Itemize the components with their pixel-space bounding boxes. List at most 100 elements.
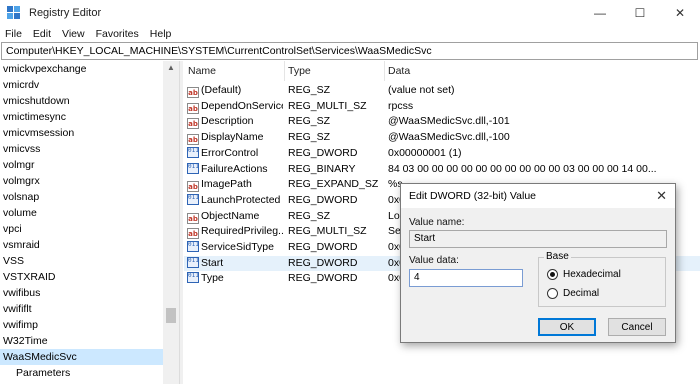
tree-key[interactable]: VSS <box>0 253 163 269</box>
string-value-icon: ab <box>187 102 199 114</box>
value-data-label: Value data: <box>409 255 459 266</box>
value-name-text: FailureActions <box>201 162 268 175</box>
value-data-cell: @WaaSMedicSvc.dll,-101 <box>388 115 510 128</box>
value-type-cell: REG_BINARY <box>288 162 356 175</box>
tree-key[interactable]: vmicvmsession <box>0 125 163 141</box>
base-groupbox: Base Hexadecimal Decimal <box>538 251 666 307</box>
string-value-icon: ab <box>187 181 199 193</box>
tree-key[interactable]: volume <box>0 205 163 221</box>
value-row[interactable]: ab (Default) REG_SZ (value not set) <box>184 83 700 99</box>
value-name-cell: ab Description <box>187 114 283 130</box>
menu-edit[interactable]: Edit <box>28 26 57 42</box>
tree-key[interactable]: vmickvpexchange <box>0 61 163 77</box>
value-row[interactable]: ab Description REG_SZ @WaaSMedicSvc.dll,-10… <box>184 114 700 130</box>
hexadecimal-radio[interactable] <box>547 269 558 280</box>
menu-view[interactable]: View <box>57 26 91 42</box>
scrollbar-thumb[interactable] <box>166 308 176 323</box>
value-name-cell: ab ImagePath <box>187 177 283 193</box>
value-name-field: Start <box>409 230 667 248</box>
close-button[interactable]: ✕ <box>660 0 700 26</box>
tree-subkey[interactable]: Parameters <box>0 365 163 381</box>
hexadecimal-option[interactable]: Hexadecimal <box>547 269 621 280</box>
value-data-cell: 0x00000001 (1) <box>388 146 462 159</box>
value-type-cell: REG_EXPAND_SZ <box>288 178 379 191</box>
value-row[interactable]: ab DependOnService REG_MULTI_SZ rpcss <box>184 99 700 115</box>
address-bar[interactable]: Computer\HKEY_LOCAL_MACHINE\SYSTEM\Curre… <box>1 42 698 60</box>
tree-key[interactable]: vmicrdv <box>0 77 163 93</box>
value-data-input[interactable]: 4 <box>409 269 523 287</box>
tree-key[interactable]: vmicvss <box>0 141 163 157</box>
value-name-text: ObjectName <box>201 209 260 222</box>
dialog-close-icon[interactable]: ✕ <box>656 184 667 208</box>
value-name-text: LaunchProtected <box>201 193 281 206</box>
value-name-text: Description <box>201 115 254 128</box>
menu-favorites[interactable]: Favorites <box>91 26 145 42</box>
tree-key[interactable]: volmgrx <box>0 173 163 189</box>
value-type-cell: REG_DWORD <box>288 241 358 253</box>
tree-key[interactable]: VSTXRAID <box>0 269 163 285</box>
decimal-option[interactable]: Decimal <box>547 288 599 299</box>
binary-value-icon: 011 110 <box>187 193 199 205</box>
window-title: Registry Editor <box>29 7 102 19</box>
scroll-up-arrow-icon[interactable]: ▲ <box>167 63 175 72</box>
tree-key[interactable]: vwifimp <box>0 317 163 333</box>
value-row[interactable]: 011 110ErrorControl REG_DWORD 0x00000001 (… <box>184 146 700 162</box>
value-name-cell: ab DisplayName <box>187 130 283 146</box>
menu-help[interactable]: Help <box>145 26 178 42</box>
value-row[interactable]: ab DisplayName REG_SZ @WaaSMedicSvc.dll,-10… <box>184 130 700 146</box>
decimal-label: Decimal <box>563 288 600 299</box>
registry-editor-icon <box>7 6 21 20</box>
key-tree: vmickvpexchange vmicrdv vmicshutdown vmicti… <box>0 61 163 384</box>
value-name-cell: 011 110ErrorControl <box>187 146 283 162</box>
value-name-text: Start <box>201 256 224 269</box>
tree-key[interactable]: vsmraid <box>0 237 163 253</box>
base-label: Base <box>544 251 571 262</box>
edit-dword-dialog: Edit DWORD (32-bit) Value ✕ Value name: … <box>400 183 676 343</box>
value-name-text: DependOnService <box>201 99 283 112</box>
value-name-cell: ab (Default) <box>187 83 283 99</box>
window-controls: — ☐ ✕ <box>580 0 700 26</box>
value-name-text: RequiredPrivileg... <box>201 225 283 238</box>
tree-key[interactable]: vwifibus <box>0 285 163 301</box>
decimal-radio[interactable] <box>547 288 558 299</box>
tree-key[interactable]: vmictimesync <box>0 109 163 125</box>
value-data-cell: @WaaSMedicSvc.dll,-100 <box>388 131 510 144</box>
tree-key[interactable]: W32Time <box>0 333 163 349</box>
cancel-button[interactable]: Cancel <box>608 318 666 336</box>
value-type-cell: REG_SZ <box>288 115 331 128</box>
value-type-cell: REG_DWORD <box>288 256 358 269</box>
tree-key[interactable]: volmgr <box>0 157 163 173</box>
value-name-text: ErrorControl <box>201 146 259 159</box>
tree-scrollbar[interactable]: ▲ <box>163 61 179 384</box>
pane-splitter[interactable] <box>179 61 183 384</box>
column-header-name[interactable]: Name <box>184 61 284 81</box>
value-name-cell: 011 110ServiceSidType <box>187 240 283 256</box>
column-header-data[interactable]: Data <box>384 61 684 81</box>
value-name-cell: 011 110Type <box>187 271 283 287</box>
tree-key[interactable]: vpci <box>0 221 163 237</box>
value-name-label: Value name: <box>409 217 465 228</box>
minimize-button[interactable]: — <box>580 0 620 26</box>
maximize-button[interactable]: ☐ <box>620 0 660 26</box>
tree-key[interactable]: volsnap <box>0 189 163 205</box>
string-value-icon: ab <box>187 228 199 240</box>
tree-key[interactable]: vmicshutdown <box>0 93 163 109</box>
string-value-icon: ab <box>187 134 199 146</box>
value-name-cell: 011 110Start <box>187 256 283 272</box>
ok-button[interactable]: OK <box>538 318 596 336</box>
value-name-text: ImagePath <box>201 178 252 191</box>
value-data-cell: rpcss <box>388 99 414 112</box>
binary-value-icon: 011 110 <box>187 146 199 158</box>
value-row[interactable]: 011 110FailureActions REG_BINARY 84 03 00 … <box>184 162 700 178</box>
title-bar: Registry Editor — ☐ ✕ <box>0 0 700 26</box>
column-header-type[interactable]: Type <box>284 61 384 81</box>
value-type-cell: REG_MULTI_SZ <box>288 225 367 238</box>
value-name-cell: 011 110LaunchProtected <box>187 193 283 209</box>
tree-key[interactable]: WaaSMedicSvc <box>0 349 163 365</box>
dialog-title: Edit DWORD (32-bit) Value <box>401 184 675 208</box>
tree-key[interactable]: vwififlt <box>0 301 163 317</box>
menu-file[interactable]: File <box>0 26 28 42</box>
value-name-cell: ab ObjectName <box>187 209 283 225</box>
binary-value-icon: 011 110 <box>187 241 199 252</box>
value-name-cell: ab RequiredPrivileg... <box>187 224 283 240</box>
